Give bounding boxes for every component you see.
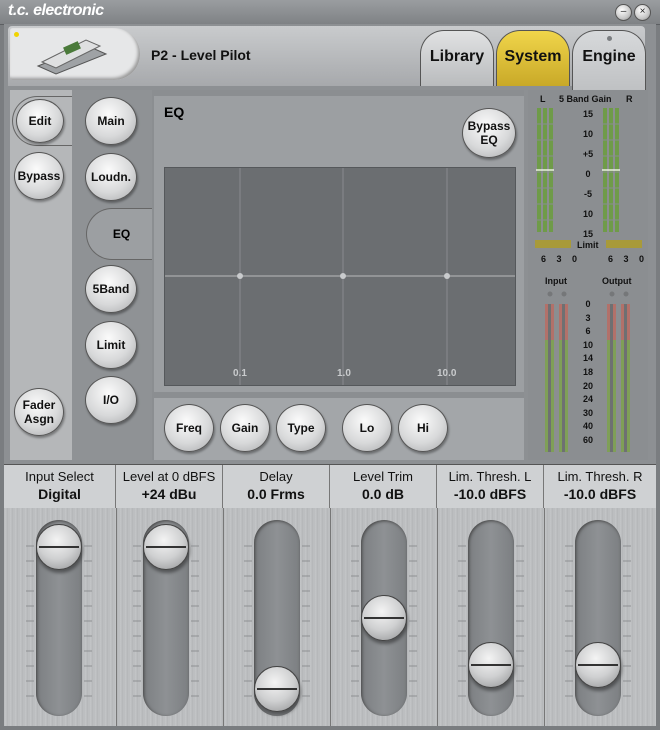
fader-knob-level-trim[interactable] — [361, 595, 407, 641]
type-button[interactable]: Type — [276, 404, 326, 452]
brand-logo: t.c. electronic — [8, 2, 104, 19]
nav-io[interactable]: I/O — [85, 376, 137, 424]
fader-knob-lim-thresh-l[interactable] — [468, 641, 514, 688]
fader-knob-input-select[interactable] — [36, 524, 82, 570]
freq-label-1-0: 1.0 — [337, 368, 351, 379]
close-button[interactable]: × — [634, 4, 651, 21]
fader-header-level-at-0dbfs: Level at 0 dBFS +24 dBu — [116, 465, 223, 509]
lo-button[interactable]: Lo — [342, 404, 392, 452]
gain-meter-title: 5 Band Gain — [559, 94, 612, 104]
engine-led — [607, 36, 612, 41]
nav-limit[interactable]: Limit — [85, 321, 137, 369]
fader-area — [4, 508, 656, 726]
nav-eq[interactable]: EQ — [86, 208, 156, 260]
device-icon — [36, 39, 108, 75]
freq-button[interactable]: Freq — [164, 404, 214, 452]
fader-header-input-select: Input Select Digital — [4, 465, 116, 509]
eq-node-high — [444, 273, 450, 279]
nav-main[interactable]: Main — [85, 97, 137, 145]
output-meter-label: Output — [602, 276, 632, 286]
minimize-button[interactable]: – — [615, 4, 632, 21]
eq-graph[interactable]: 0.1 1.0 10.0 — [164, 167, 516, 386]
eq-title: EQ — [164, 104, 185, 120]
fader-header: Input Select Digital Level at 0 dBFS +24… — [4, 464, 656, 509]
fader-header-lim-thresh-l: Lim. Thresh. L -10.0 dBFS — [437, 465, 544, 509]
preset-name: P2 - Level Pilot — [151, 47, 251, 63]
eq-node-low — [237, 273, 243, 279]
freq-label-0-1: 0.1 — [233, 368, 247, 379]
limit-scale-left: 6 3 0 — [541, 254, 577, 264]
level-scale: 0 3 6 10 14 18 20 24 30 40 60 — [582, 299, 593, 445]
eq-node-mid — [340, 273, 346, 279]
freq-label-10-0: 10.0 — [437, 368, 457, 379]
nav-loudness[interactable]: Loudn. — [85, 153, 137, 201]
eq-grid — [165, 168, 515, 385]
fader-assign-button[interactable]: Fader Asgn — [14, 388, 64, 436]
nav-5band[interactable]: 5Band — [85, 265, 137, 313]
gain-scale: 15 10 +5 0 -5 10 15 — [582, 109, 594, 239]
fader-header-delay: Delay 0.0 Frms — [223, 465, 330, 509]
tab-engine-label: Engine — [582, 48, 636, 65]
status-led — [14, 32, 19, 37]
limit-label: Limit — [577, 240, 599, 250]
bypass-eq-button[interactable]: Bypass EQ — [462, 108, 516, 158]
hi-button[interactable]: Hi — [398, 404, 448, 452]
input-meter-label: Input — [545, 276, 567, 286]
bypass-button[interactable]: Bypass — [14, 152, 64, 200]
edit-button[interactable]: Edit — [16, 99, 64, 143]
fader-knob-level-at-0dbfs[interactable] — [143, 524, 189, 570]
gain-meter-l-label: L — [540, 94, 546, 104]
fader-knob-delay[interactable] — [254, 666, 300, 712]
gain-button[interactable]: Gain — [220, 404, 270, 452]
fader-header-lim-thresh-r: Lim. Thresh. R -10.0 dBFS — [557, 469, 643, 502]
limit-scale-right: 6 3 0 — [608, 254, 644, 264]
tab-library[interactable]: Library — [420, 30, 494, 86]
gain-meter-r-label: R — [626, 94, 633, 104]
fader-knob-lim-thresh-r[interactable] — [575, 641, 621, 688]
device-logo — [10, 28, 140, 80]
tab-system[interactable]: System — [496, 30, 570, 86]
tab-engine[interactable]: Engine — [572, 30, 646, 90]
fader-header-level-trim: Level Trim 0.0 dB — [330, 465, 437, 509]
